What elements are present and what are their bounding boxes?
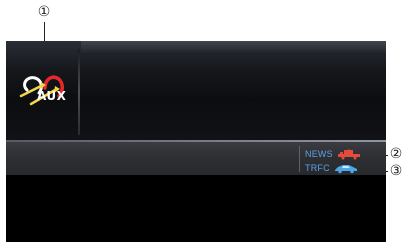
- news-truck-icon: [337, 148, 360, 159]
- callout-1: ①: [36, 4, 52, 20]
- traffic-car-icon: [334, 164, 357, 173]
- status-bar: NEWS TRFC: [6, 142, 386, 175]
- source-panel: AUX: [6, 41, 386, 140]
- callout-3: ③: [388, 163, 404, 179]
- panel-shine: [81, 41, 386, 55]
- traffic-label: TRFC: [305, 163, 330, 173]
- head-unit-screen: AUX NEWS TRFC: [6, 41, 386, 242]
- callout-2: ②: [388, 146, 404, 162]
- aux-label: AUX: [37, 89, 67, 103]
- news-label: NEWS: [305, 149, 333, 159]
- display-area: [6, 175, 386, 242]
- panel-divider: [78, 49, 80, 135]
- news-indicator: NEWS: [305, 148, 361, 160]
- status-separator: [299, 146, 300, 172]
- traffic-indicator: TRFC: [305, 162, 358, 174]
